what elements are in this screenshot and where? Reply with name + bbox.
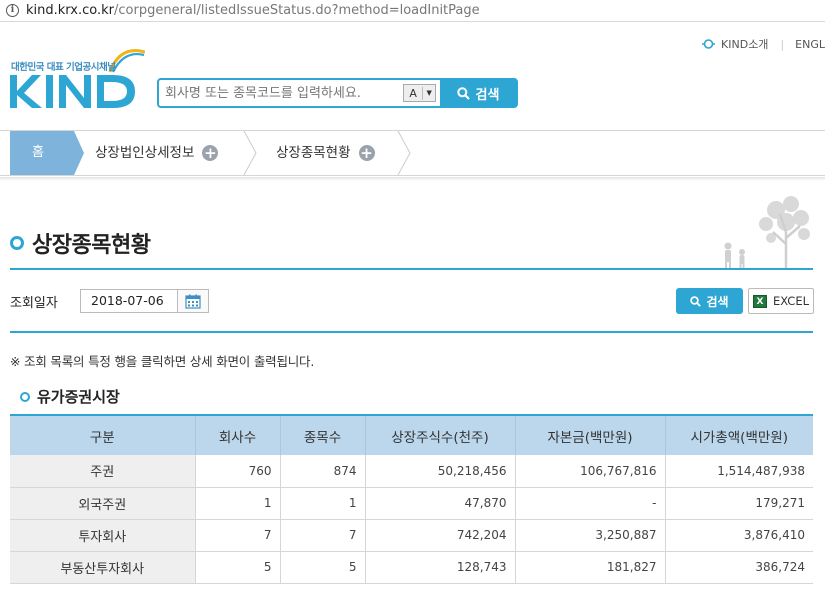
divider: | bbox=[780, 37, 785, 51]
kind-intro-icon bbox=[702, 39, 716, 49]
bullet-ring-icon bbox=[10, 236, 24, 250]
query-search-label: 검색 bbox=[706, 294, 729, 309]
cell-capital: 181,827 bbox=[514, 551, 665, 584]
cell-market-cap: 1,514,487,938 bbox=[664, 455, 813, 488]
section-title: 유가증권시장 bbox=[37, 388, 120, 406]
cell-shares: 128,743 bbox=[364, 551, 515, 584]
column-header-capital: 자본금(백만원) bbox=[514, 414, 665, 455]
column-header-shares: 상장주식수(천주) bbox=[364, 414, 515, 455]
bullet-ring-icon bbox=[20, 391, 30, 402]
cell-companies: 7 bbox=[194, 519, 280, 552]
breadcrumb: 홈 상장법인상세정보 + 상장종목현황 + bbox=[0, 130, 825, 181]
cell-market-cap: 3,876,410 bbox=[664, 519, 813, 552]
column-header-market-cap: 시가총액(백만원) bbox=[664, 414, 813, 455]
top-links: KIND소개 | ENGL bbox=[701, 36, 825, 52]
address-bar[interactable]: i kind.krx.co.kr/corpgeneral/listedIssue… bbox=[0, 0, 825, 22]
calendar-button[interactable] bbox=[178, 289, 209, 313]
cell-issues: 7 bbox=[279, 519, 365, 552]
row-category: 부동산투자회사 bbox=[10, 551, 195, 584]
calendar-icon bbox=[185, 294, 201, 309]
table-header-row: 구분 회사수 종목수 상장주식수(천주) 자본금(백만원) 시가총액(백만원) bbox=[10, 414, 813, 455]
table-note: ※ 조회 목록의 특정 행을 클릭하면 상세 화면이 출력됩니다. bbox=[10, 354, 315, 369]
breadcrumb-label: 상장종목현황 bbox=[276, 145, 351, 161]
excel-icon: X bbox=[752, 294, 767, 308]
breadcrumb-label: 상장법인상세정보 bbox=[95, 145, 195, 161]
column-header-category: 구분 bbox=[10, 414, 195, 455]
query-search-button[interactable]: 검색 bbox=[676, 288, 743, 314]
breadcrumb-separator bbox=[243, 131, 257, 175]
query-date-input[interactable]: 2018-07-06 bbox=[80, 289, 178, 313]
kind-logo[interactable]: 대한민국 대표 기업공시채널 bbox=[10, 42, 145, 112]
row-category: 외국주권 bbox=[10, 487, 195, 520]
excel-button[interactable]: X EXCEL bbox=[748, 288, 814, 314]
table-row[interactable]: 외국주권 1 1 47,870 - 179,271 bbox=[10, 487, 813, 520]
cell-issues: 1 bbox=[279, 487, 365, 520]
chevron-down-icon: ▼ bbox=[426, 89, 432, 97]
search-icon bbox=[456, 86, 470, 100]
page-title-wrap: 상장종목현황 bbox=[10, 227, 151, 259]
plus-icon[interactable]: + bbox=[358, 145, 375, 161]
breadcrumb-item-listed-issues[interactable]: 상장종목현황 + bbox=[276, 131, 375, 175]
row-category: 투자회사 bbox=[10, 519, 195, 552]
page-title: 상장종목현황 bbox=[32, 233, 151, 258]
column-header-issues: 종목수 bbox=[279, 414, 365, 455]
logo-tagline: 대한민국 대표 기업공시채널 bbox=[11, 62, 116, 73]
search-icon bbox=[690, 295, 702, 307]
info-icon[interactable]: i bbox=[6, 4, 19, 17]
column-header-companies: 회사수 bbox=[194, 414, 280, 455]
cell-companies: 760 bbox=[194, 455, 280, 488]
cell-capital: 106,767,816 bbox=[514, 455, 665, 488]
tree-illustration bbox=[724, 196, 810, 270]
cell-capital: 3,250,887 bbox=[514, 519, 665, 552]
query-divider bbox=[10, 331, 813, 333]
breadcrumb-separator bbox=[397, 131, 411, 175]
plus-icon[interactable]: + bbox=[202, 145, 219, 161]
cell-shares: 47,870 bbox=[364, 487, 515, 520]
search-box: A ▼ 검색 bbox=[157, 78, 518, 108]
cell-shares: 50,218,456 bbox=[364, 455, 515, 488]
listed-issues-table: 구분 회사수 종목수 상장주식수(천주) 자본금(백만원) 시가총액(백만원) … bbox=[10, 414, 813, 584]
font-size-select[interactable]: A ▼ bbox=[403, 84, 436, 102]
cell-companies: 5 bbox=[194, 551, 280, 584]
table-row[interactable]: 투자회사 7 7 742,204 3,250,887 3,876,410 bbox=[10, 519, 813, 552]
section-title-wrap: 유가증권시장 bbox=[20, 386, 120, 407]
table-row[interactable]: 부동산투자회사 5 5 128,743 181,827 386,724 bbox=[10, 551, 813, 584]
query-date-label: 조회일자 bbox=[10, 296, 58, 311]
breadcrumb-item-corp-info[interactable]: 상장법인상세정보 + bbox=[95, 131, 219, 175]
search-input[interactable] bbox=[159, 80, 403, 106]
cell-shares: 742,204 bbox=[364, 519, 515, 552]
cell-issues: 874 bbox=[279, 455, 365, 488]
search-button[interactable]: 검색 bbox=[440, 80, 516, 106]
breadcrumb-home[interactable]: 홈 bbox=[10, 131, 84, 175]
cell-capital: - bbox=[514, 487, 665, 520]
cell-issues: 5 bbox=[279, 551, 365, 584]
english-link[interactable]: ENGL bbox=[795, 38, 825, 51]
breadcrumb-shadow bbox=[0, 177, 825, 181]
cell-companies: 1 bbox=[194, 487, 280, 520]
kind-intro-link[interactable]: KIND소개 bbox=[721, 36, 768, 52]
cell-market-cap: 386,724 bbox=[664, 551, 813, 584]
url-path: /corpgeneral/listedIssueStatus.do?method… bbox=[114, 3, 480, 18]
title-divider bbox=[10, 268, 813, 270]
cell-market-cap: 179,271 bbox=[664, 487, 813, 520]
font-size-value: A bbox=[404, 86, 424, 100]
url-host: kind.krx.co.kr bbox=[26, 3, 114, 18]
excel-button-label: EXCEL bbox=[772, 294, 809, 308]
row-category: 주권 bbox=[10, 455, 195, 488]
kind-logo-mark bbox=[10, 49, 145, 108]
search-button-label: 검색 bbox=[475, 87, 500, 103]
table-row[interactable]: 주권 760 874 50,218,456 106,767,816 1,514,… bbox=[10, 455, 813, 488]
